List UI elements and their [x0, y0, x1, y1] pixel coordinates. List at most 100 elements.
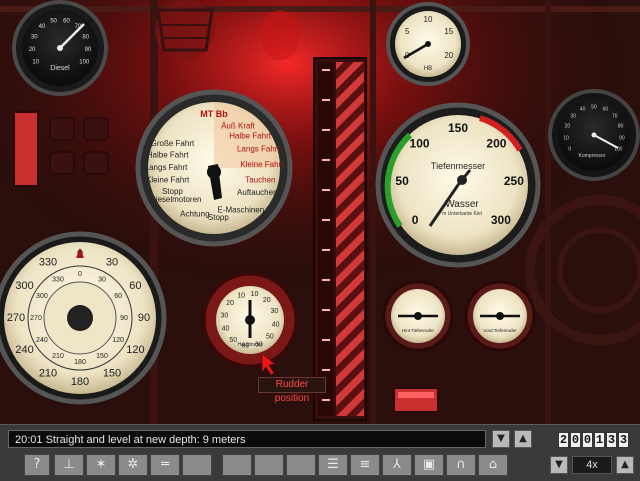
- hb-tick-label: 15: [444, 27, 453, 36]
- chart-button[interactable]: ☰: [318, 454, 348, 476]
- kompressor-label: Kompressor: [579, 153, 606, 159]
- toolbar-blank-button[interactable]: [286, 454, 316, 476]
- compass-inner-tick-label: 0: [78, 271, 82, 278]
- column-tick: [322, 219, 330, 221]
- counter-digit: 2: [558, 432, 569, 448]
- rudder-tick-label: 10: [251, 291, 259, 298]
- radio-button[interactable]: ▣: [414, 454, 444, 476]
- column-tick: [322, 69, 330, 71]
- time-slower-button[interactable]: ▼: [550, 456, 568, 474]
- rudder-tick-label: 50: [266, 334, 274, 341]
- diesel-tick-label: 30: [31, 34, 38, 40]
- rudder-gauge[interactable]: 102030405060605040302010 Hauptruder: [202, 272, 298, 368]
- engine-telegraph[interactable]: MT Bb Große Fahrt Halbe Fahrt Langs Fahrt K…: [135, 89, 293, 247]
- telegraph-label: Tauchen: [245, 176, 275, 185]
- torpedo-button[interactable]: ═: [150, 454, 180, 476]
- column-tick: [322, 339, 330, 341]
- column-tick: [322, 249, 330, 251]
- counter-digit: 0: [570, 432, 581, 448]
- depth-tick-label: 300: [491, 213, 511, 227]
- compass-inner-tick-label: 210: [52, 353, 64, 360]
- stern-planes-label: Hint Tiefenruder: [402, 328, 435, 333]
- diesel-tick-label: 40: [39, 24, 46, 30]
- uniform-button[interactable]: ⌂: [478, 454, 508, 476]
- periscope-button[interactable]: ⊥: [54, 454, 84, 476]
- counter-digit: 3: [618, 432, 629, 448]
- diesel-gauge: 1020304050 60708090100 Diesel: [12, 0, 108, 96]
- rudder-tick-label: 30: [220, 312, 228, 319]
- kompressor-gauge: 010203040 50 60708090100 Kompressor: [548, 89, 640, 181]
- telegraph-label: Achtung: [180, 209, 209, 218]
- stern-planes-gauge: Hint Tiefenruder: [382, 280, 454, 352]
- diesel-tick-label: 70: [75, 24, 82, 30]
- headphones-button[interactable]: ∩: [446, 454, 476, 476]
- star-icon: ✶: [95, 457, 107, 472]
- counter-digit: 0: [582, 432, 593, 448]
- chart-icon: ☰: [327, 457, 339, 472]
- periscope-icon: ⊥: [63, 457, 75, 472]
- list-button[interactable]: ≡: [350, 454, 380, 476]
- compass-inner-tick-label: 270: [30, 315, 42, 322]
- bow-planes-gauge: Vord Tiefenruder: [464, 280, 536, 352]
- compass-inner-tick-label: 60: [114, 293, 122, 300]
- compass-inner-tick-label: 90: [120, 315, 128, 322]
- diesel-tick-label: 100: [79, 60, 90, 66]
- column-tick: [322, 399, 330, 401]
- hb-tick-label: 5: [405, 27, 410, 36]
- telegraph-label: Halbe Fahrt: [147, 151, 190, 160]
- scroll-down-button[interactable]: ▼: [492, 430, 510, 448]
- time-faster-button[interactable]: ▲: [616, 456, 634, 474]
- telegraph-label: Langs Fahrt: [145, 163, 188, 172]
- toolbar-blank-button[interactable]: [222, 454, 252, 476]
- crew-icon: ⅄: [393, 457, 401, 472]
- depth-tick-label: 0: [412, 213, 419, 227]
- telegraph-label: Halbe Fahrt: [229, 131, 272, 140]
- scroll-up-button[interactable]: ▲: [514, 430, 532, 448]
- rudder-label: Hauptruder: [237, 342, 262, 348]
- column-tick: [322, 279, 330, 281]
- depth-tick-label: 100: [410, 136, 430, 150]
- depth-tick-label: 250: [504, 174, 524, 188]
- kompressor-tick-label: 50: [591, 104, 597, 110]
- diesel-tick-label: 80: [82, 34, 89, 40]
- hb-gauge: 05101520 HB: [386, 2, 470, 86]
- kompressor-tick-label: 40: [580, 107, 586, 113]
- compass-inner-tick-label: 150: [96, 353, 108, 360]
- headphones-icon: ∩: [456, 457, 466, 472]
- rudder-tick-label: 20: [226, 300, 234, 307]
- crew-button[interactable]: ⅄: [382, 454, 412, 476]
- compass-inner-tick-label: 300: [36, 293, 48, 300]
- compass-tick-label: 150: [103, 367, 121, 379]
- diesel-tick-label: 50: [50, 18, 57, 24]
- compass-tick-label: 270: [7, 312, 25, 324]
- diesel-tick-label: 10: [32, 60, 39, 66]
- telegraph-label: Kleine Fahrt: [240, 160, 284, 169]
- kompressor-tick-label: 0: [568, 146, 571, 152]
- column-tick: [322, 369, 330, 371]
- star-button[interactable]: ✶: [86, 454, 116, 476]
- time-compression-display: 4x: [572, 456, 612, 474]
- kompressor-tick-label: 30: [570, 114, 576, 120]
- compass-inner-tick-label: 330: [52, 277, 64, 284]
- rudder-tick-label: 30: [271, 308, 279, 315]
- kompressor-tick-label: 90: [619, 135, 625, 141]
- depth-title: Tiefenmesser: [431, 161, 485, 171]
- telegraph-label: Auftauchen: [237, 188, 277, 197]
- compass-tick-label: 300: [15, 280, 33, 292]
- depth-sublabel: Wasser: [445, 199, 479, 210]
- gear-button[interactable]: ✲: [118, 454, 148, 476]
- compass-inner-tick-label: 30: [98, 277, 106, 284]
- toolbar-blank-button[interactable]: [182, 454, 212, 476]
- control-room-panel: 102030405060708090100 Diesel 05101520 HB…: [0, 0, 640, 424]
- depth-tick-label: 150: [448, 121, 468, 135]
- gear-icon: ✲: [127, 457, 139, 472]
- toolbar-blank-button[interactable]: [254, 454, 284, 476]
- telegraph-label: Große Fahrt: [151, 139, 195, 148]
- rudder-tick-label: 50: [229, 337, 237, 344]
- telegraph-label: Kleine Fahrt: [146, 176, 190, 185]
- column-tick: [322, 189, 330, 191]
- help-button[interactable]: ?: [24, 454, 50, 476]
- list-icon: ≡: [359, 457, 371, 472]
- kompressor-tick-label: 80: [618, 124, 624, 130]
- compass-tick-label: 180: [71, 376, 89, 388]
